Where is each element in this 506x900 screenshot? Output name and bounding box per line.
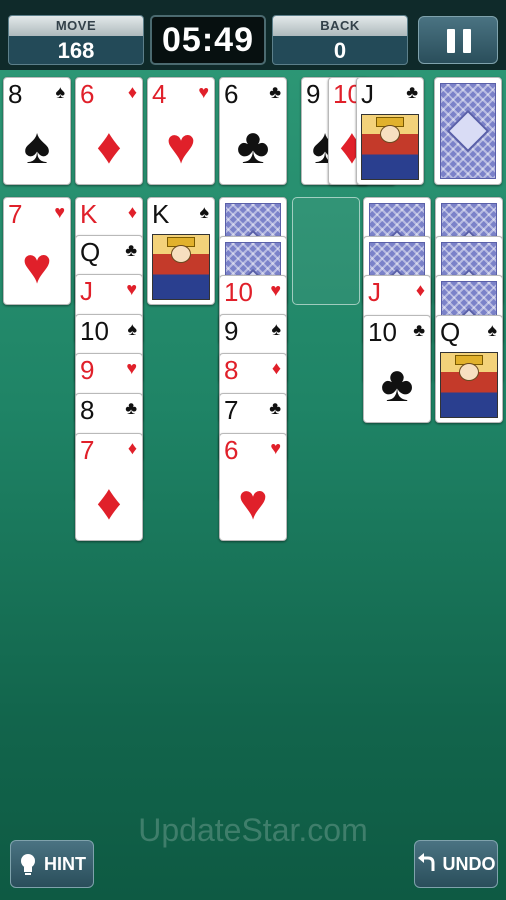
card-back-icon — [440, 83, 496, 179]
card-suit: ♠ — [199, 202, 209, 222]
card-rank: 7 — [224, 395, 239, 425]
card-rank: 6 — [224, 435, 239, 465]
card-suit: ♦ — [415, 280, 425, 300]
card-suit: ♣ — [406, 82, 418, 102]
card-suit-large: ♣ — [236, 118, 270, 174]
card-rank: 4 — [152, 79, 167, 109]
card-suit: ♠ — [55, 82, 65, 102]
tableau-card[interactable]: 10 ♣ ♣ — [363, 315, 431, 423]
card-suit: ♥ — [126, 358, 137, 378]
card-suit: ♦ — [127, 202, 137, 222]
card-suit: ♥ — [270, 438, 281, 458]
card-suit: ♣ — [269, 398, 281, 418]
foundation-diamonds[interactable]: 6 ♦ ♦ — [75, 77, 143, 185]
card-rank: 9 — [224, 316, 239, 346]
card-rank: 9 — [80, 355, 95, 385]
card-suit-large: ♣ — [380, 356, 414, 412]
tableau-card[interactable]: 6 ♥ ♥ — [219, 433, 287, 541]
card-rank: J — [368, 277, 381, 307]
pause-icon — [447, 29, 455, 53]
hint-label: HINT — [44, 853, 86, 874]
card-rank: K — [80, 199, 98, 229]
jack-face-icon — [361, 114, 419, 180]
card-suit-large: ♥ — [238, 474, 268, 530]
foundation-hearts[interactable]: 4 ♥ ♥ — [147, 77, 215, 185]
card-suit-large: ♥ — [166, 118, 196, 174]
card-suit: ♥ — [198, 82, 209, 102]
card-suit: ♥ — [270, 280, 281, 300]
undo-arrow-icon — [417, 853, 434, 871]
card-suit: ♦ — [127, 438, 137, 458]
tableau-card[interactable]: 7 ♦ ♦ — [75, 433, 143, 541]
card-suit: ♠ — [271, 319, 281, 339]
stock-pile[interactable] — [434, 77, 502, 185]
undo-button[interactable]: UNDO — [414, 840, 498, 888]
card-suit: ♥ — [126, 279, 137, 299]
card-suit: ♦ — [127, 82, 137, 102]
undo-label: UNDO — [442, 853, 496, 874]
pause-icon-bar — [463, 29, 471, 53]
card-rank: 8 — [224, 355, 239, 385]
card-rank: Q — [80, 237, 101, 267]
card-suit: ♣ — [125, 398, 137, 418]
card-suit-large: ♠ — [23, 118, 51, 174]
hint-button[interactable]: HINT — [10, 840, 94, 888]
card-rank: Q — [440, 317, 461, 347]
empty-tableau-slot[interactable] — [292, 197, 360, 305]
game-timer: 05:49 — [150, 15, 266, 65]
card-rank: 6 — [224, 79, 239, 109]
card-suit: ♦ — [271, 358, 281, 378]
tableau-card[interactable]: K ♠ — [147, 197, 215, 305]
foundation-spades[interactable]: 8 ♠ ♠ — [3, 77, 71, 185]
card-rank: 10 — [368, 317, 397, 347]
card-rank: J — [80, 276, 93, 306]
card-rank: 10 — [224, 277, 253, 307]
tableau-card[interactable]: 7 ♥ ♥ — [3, 197, 71, 305]
card-rank: 8 — [8, 79, 23, 109]
card-suit-large: ♦ — [96, 118, 122, 174]
card-rank: 7 — [80, 435, 95, 465]
queen-face-icon — [440, 352, 498, 418]
card-suit: ♣ — [125, 240, 137, 260]
move-counter: MOVE 168 — [8, 15, 144, 65]
card-suit: ♠ — [127, 319, 137, 339]
card-rank: 9 — [306, 79, 321, 109]
card-rank: K — [152, 199, 170, 229]
card-rank: 8 — [80, 395, 95, 425]
card-suit: ♠ — [487, 320, 497, 340]
move-label: MOVE — [9, 16, 143, 36]
card-suit: ♥ — [54, 202, 65, 222]
card-suit: ♣ — [269, 82, 281, 102]
back-counter: BACK 0 — [272, 15, 408, 65]
card-suit-large: ♦ — [96, 474, 122, 530]
card-rank: J — [361, 79, 374, 109]
card-rank: 10 — [80, 316, 109, 346]
tableau-card[interactable]: Q ♠ — [435, 315, 503, 423]
waste-top-card[interactable]: J ♣ — [356, 77, 424, 185]
back-label: BACK — [273, 16, 407, 36]
card-rank: 7 — [8, 199, 23, 229]
foundation-clubs[interactable]: 6 ♣ ♣ — [219, 77, 287, 185]
move-value: 168 — [57, 38, 95, 63]
card-rank: 6 — [80, 79, 95, 109]
pause-button[interactable] — [418, 16, 498, 64]
king-face-icon — [152, 234, 210, 300]
lightbulb-icon — [21, 854, 35, 875]
card-suit: ♣ — [413, 320, 425, 340]
card-suit-large: ♥ — [22, 238, 52, 294]
back-value: 0 — [333, 38, 347, 63]
